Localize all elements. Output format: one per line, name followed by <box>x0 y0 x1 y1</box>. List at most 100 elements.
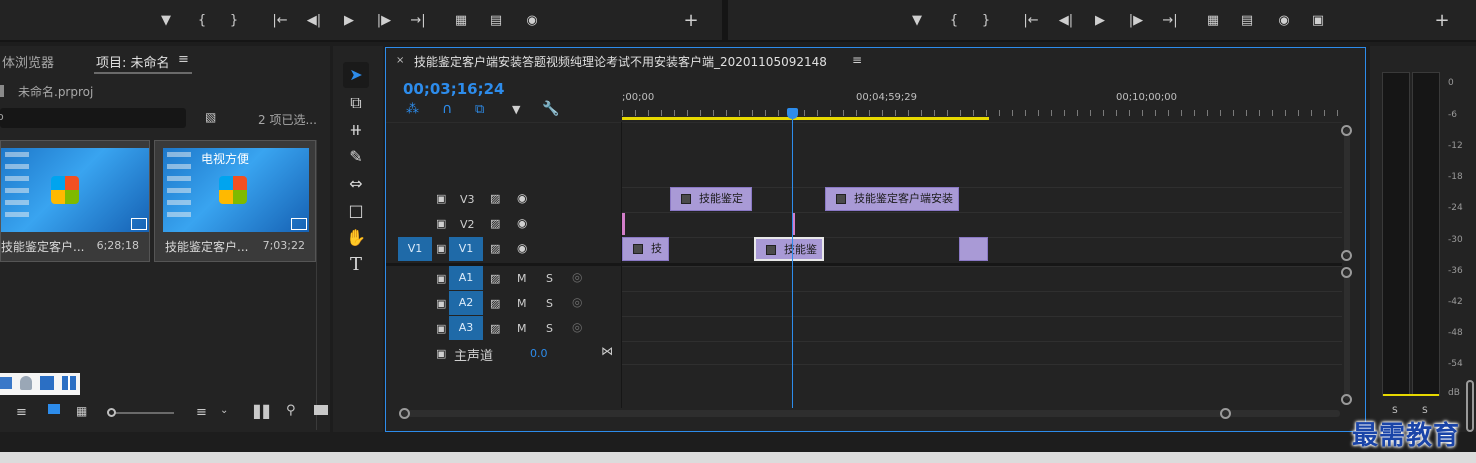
lock-icon[interactable]: ▣ <box>436 217 446 230</box>
hand-tool-icon[interactable]: ✋ <box>345 227 367 249</box>
export-frame-icon[interactable]: ◉ <box>524 13 540 29</box>
add-marker-icon[interactable]: ▼ <box>512 103 520 116</box>
chevron-down-icon[interactable]: ⌄ <box>220 405 228 416</box>
track-target-a2[interactable]: A2 <box>449 291 483 315</box>
solo-button[interactable]: S <box>546 297 553 310</box>
button-editor-icon[interactable]: + <box>683 12 699 30</box>
scroll-handle[interactable] <box>1341 250 1352 261</box>
go-to-in-icon[interactable]: |← <box>272 13 288 29</box>
clip-thumbnail[interactable]: 电视方便 技能鉴定客户... 7;03;22 <box>154 140 316 262</box>
sync-lock-icon[interactable]: ▨ <box>490 217 500 230</box>
work-area-bar[interactable] <box>622 117 989 120</box>
timeline-clip[interactable]: 技能鉴定客户端安装 <box>825 187 959 211</box>
step-forward-icon[interactable]: |▶ <box>376 13 392 29</box>
step-back-icon[interactable]: ◀| <box>306 13 322 29</box>
track-target-a1[interactable]: A1 <box>449 266 483 290</box>
mark-out-icon[interactable]: } <box>978 13 994 29</box>
track-lane-master[interactable] <box>622 341 1342 365</box>
nest-icon[interactable]: ⁂ <box>406 102 419 117</box>
overwrite-icon[interactable]: ▤ <box>488 13 504 29</box>
sync-lock-icon[interactable]: ▨ <box>490 297 500 310</box>
track-lane-a3[interactable] <box>622 316 1342 340</box>
step-forward-icon[interactable]: |▶ <box>1128 13 1144 29</box>
slip-tool-icon[interactable]: ⇔ <box>345 173 367 195</box>
go-to-out-icon[interactable]: →| <box>410 13 426 29</box>
mute-button[interactable]: M <box>517 297 527 310</box>
mark-in-icon[interactable]: { <box>946 13 962 29</box>
tab-project[interactable]: 项目: 未命名 <box>96 52 170 71</box>
step-back-icon[interactable]: ◀| <box>1058 13 1074 29</box>
zoom-slider-thumb[interactable] <box>107 408 116 417</box>
scroll-handle[interactable] <box>1220 408 1231 419</box>
solo-button[interactable]: S <box>546 322 553 335</box>
microphone-icon[interactable]: ◎ <box>572 295 582 309</box>
extract-icon[interactable]: ▤ <box>1239 13 1255 29</box>
vertical-scrollbar-video[interactable] <box>1344 128 1350 258</box>
eye-icon[interactable]: ◉ <box>517 191 527 205</box>
timeline-clip[interactable]: 技能鉴定 <box>670 187 752 211</box>
lock-icon[interactable]: ▣ <box>436 347 446 360</box>
track-target-a3[interactable]: A3 <box>449 316 483 340</box>
comparison-view-icon[interactable]: ▣ <box>1310 13 1326 29</box>
lift-icon[interactable]: ▦ <box>1205 13 1221 29</box>
microphone-icon[interactable]: ◎ <box>572 270 582 284</box>
icon-view-icon[interactable] <box>48 404 60 414</box>
search-input[interactable]: o <box>0 108 186 128</box>
track-lane-a2[interactable] <box>622 291 1342 315</box>
scroll-handle[interactable] <box>399 408 410 419</box>
lock-icon[interactable]: ▣ <box>436 322 446 335</box>
sync-lock-icon[interactable]: ▨ <box>490 322 500 335</box>
scroll-handle[interactable] <box>1341 125 1352 136</box>
eye-icon[interactable]: ◉ <box>517 241 527 255</box>
automate-sequence-icon[interactable]: ▋▋ <box>254 405 272 419</box>
track-lane-a1[interactable] <box>622 266 1342 290</box>
new-bin-icon[interactable] <box>314 405 328 415</box>
solo-button[interactable]: S <box>546 272 553 285</box>
time-ruler[interactable]: ;00;00 00;04;59;29 00;10;00;00 <box>622 88 1342 122</box>
timeline-clip[interactable]: 技 <box>622 237 669 261</box>
go-to-in-icon[interactable]: |← <box>1023 13 1039 29</box>
mark-in-icon[interactable]: { <box>194 13 210 29</box>
sort-icon[interactable]: ≡ <box>196 405 207 420</box>
master-volume[interactable]: 0.0 <box>530 347 548 360</box>
selection-tool-icon[interactable]: ➤ <box>345 64 367 86</box>
panel-menu-icon[interactable]: ≡ <box>178 52 189 67</box>
track-lane-v2[interactable] <box>622 212 1342 236</box>
export-frame-icon[interactable]: ◉ <box>1276 13 1292 29</box>
meter-scrollbar[interactable] <box>1466 380 1474 432</box>
panel-menu-icon[interactable]: ≡ <box>852 53 862 67</box>
microphone-icon[interactable]: ◎ <box>572 320 582 334</box>
find-icon[interactable]: ⚲ <box>286 403 296 418</box>
scroll-handle[interactable] <box>1341 394 1352 405</box>
playhead-line[interactable] <box>792 116 793 408</box>
lock-icon[interactable]: ▣ <box>436 192 446 205</box>
go-to-out-icon[interactable]: →| <box>1162 13 1178 29</box>
lock-icon[interactable]: ▣ <box>436 272 446 285</box>
play-icon[interactable]: ▶ <box>1092 13 1108 29</box>
lock-icon[interactable]: ▣ <box>436 297 446 310</box>
clip-thumbnail[interactable]: 技能鉴定客户... 6;28;18 <box>0 140 150 262</box>
sync-lock-icon[interactable]: ▨ <box>490 272 500 285</box>
wrench-icon[interactable]: 🔧 <box>542 101 559 117</box>
new-search-bin-icon[interactable]: ▧ <box>205 110 216 124</box>
list-view-icon[interactable]: ≡ <box>16 405 27 420</box>
track-target-v1[interactable]: V1 <box>449 237 483 261</box>
playhead-timecode[interactable]: 00;03;16;24 <box>403 80 505 98</box>
razor-tool-icon[interactable]: ✎ <box>345 146 367 168</box>
close-icon[interactable]: × <box>396 55 404 66</box>
ripple-edit-tool-icon[interactable]: ⧺ <box>345 119 367 141</box>
track-select-tool-icon[interactable]: ⧉ <box>345 92 367 114</box>
sync-lock-icon[interactable]: ▨ <box>490 242 500 255</box>
sequence-tab[interactable]: 技能鉴定客户端安装答题视频纯理论考试不用安装客户端_20201105092148 <box>414 53 827 70</box>
timeline-clip[interactable] <box>959 237 988 261</box>
go-to-next-edit-icon[interactable]: ⋈ <box>601 344 613 358</box>
button-editor-icon[interactable]: + <box>1434 12 1450 30</box>
horizontal-scrollbar[interactable] <box>402 410 1340 417</box>
type-tool-icon[interactable]: T <box>345 254 367 276</box>
freeform-view-icon[interactable]: ▦ <box>76 404 87 418</box>
insert-icon[interactable]: ▦ <box>453 13 469 29</box>
lock-icon[interactable]: ▣ <box>436 242 446 255</box>
tab-media-browser[interactable]: 体浏览器 <box>2 52 54 71</box>
add-marker-icon[interactable]: ▼ <box>158 13 174 29</box>
scroll-handle[interactable] <box>1341 267 1352 278</box>
